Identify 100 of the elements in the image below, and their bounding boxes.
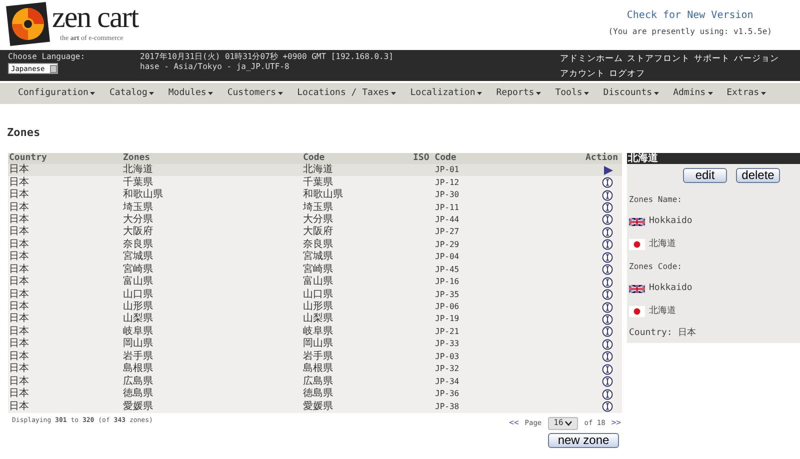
page-select[interactable]: 16 <box>548 416 578 430</box>
table-cell-text: 日本 <box>8 238 30 250</box>
table-cell-text: 日本 <box>8 276 30 288</box>
info-icon[interactable] <box>602 190 613 201</box>
header-link[interactable]: アドミンホーム <box>560 53 623 65</box>
header-link[interactable]: サポート <box>694 53 730 65</box>
table-row[interactable]: 日本 徳島県 徳島県 JP-36 <box>8 388 622 400</box>
japan-flag-icon <box>629 238 645 250</box>
menu-item[interactable]: Extras <box>726 86 766 100</box>
uk-flag-icon <box>629 284 645 294</box>
table-row[interactable]: 日本 和歌山県 和歌山県 JP-30 <box>8 188 622 202</box>
table-cell-text: 日本 <box>8 251 30 264</box>
table-cell-text: 宮崎県 <box>123 264 154 276</box>
menu-item[interactable]: Localization <box>410 86 482 100</box>
info-icon[interactable] <box>602 252 613 263</box>
next-page-link[interactable]: >> <box>611 417 621 430</box>
check-version-link[interactable]: Check for New Version <box>626 8 754 23</box>
table-row[interactable]: 日本 埼玉県 埼玉県 JP-11 <box>8 201 622 214</box>
table-cell-text: 愛媛県 <box>123 400 154 413</box>
table-row[interactable]: 日本 奈良県 奈良県 JP-29 <box>8 238 622 252</box>
table-row[interactable]: 日本 北海道 北海道 JP-01 <box>8 164 622 176</box>
table-row[interactable]: 日本 岩手県 岩手県 JP-03 <box>8 350 622 363</box>
table-cell-text: 岩手県 <box>123 350 154 362</box>
menu-item[interactable]: Reports <box>496 86 542 100</box>
info-icon[interactable] <box>602 314 613 325</box>
panel-button[interactable]: delete <box>736 168 780 183</box>
info-icon[interactable] <box>602 401 613 412</box>
table-row[interactable]: 日本 島根県 島根県 JP-32 <box>8 363 622 376</box>
table-row[interactable]: 日本 広島県 広島県 JP-34 <box>8 375 622 388</box>
table-cell-text: JP-06 <box>434 301 460 314</box>
info-icon[interactable] <box>602 264 613 276</box>
table-row[interactable]: 日本 宮城県 宮城県 JP-04 <box>8 251 622 264</box>
table-cell-text: JP-27 <box>434 226 460 238</box>
table-cell-text: 日本 <box>8 376 30 388</box>
info-icon[interactable] <box>602 289 613 300</box>
table-cell-text: 山梨県 <box>303 313 334 326</box>
info-icon[interactable] <box>602 338 613 350</box>
new-zone-button[interactable]: new zone <box>548 432 619 448</box>
zone-code-label: Zones Code: <box>628 261 683 273</box>
table-cell-text: 日本 <box>8 176 30 188</box>
header-link[interactable]: ストアフロント <box>627 53 690 65</box>
table-row[interactable]: 日本 富山県 富山県 JP-16 <box>8 276 622 288</box>
info-icon[interactable] <box>602 388 613 400</box>
info-icon[interactable] <box>602 214 613 226</box>
header-link[interactable]: バージョン <box>734 53 779 65</box>
table-cell-text: 日本 <box>8 363 30 376</box>
menu-item[interactable]: Catalog <box>109 86 154 100</box>
caret-down-icon <box>391 92 396 95</box>
menu-item[interactable]: Discounts <box>603 86 660 100</box>
table-cell-text: 岐阜県 <box>123 326 154 338</box>
table-cell-text: 千葉県 <box>303 176 334 188</box>
table-row[interactable]: 日本 山梨県 山梨県 JP-19 <box>8 313 622 326</box>
info-icon[interactable] <box>602 177 613 188</box>
menu-item[interactable]: Admins <box>673 86 713 100</box>
header-link[interactable]: ログオフ <box>609 68 645 80</box>
table-row[interactable]: 日本 岡山県 岡山県 JP-33 <box>8 338 622 351</box>
caret-down-icon <box>90 92 96 95</box>
table-cell-text: 岐阜県 <box>303 326 334 338</box>
info-icon[interactable] <box>602 239 613 250</box>
table-cell-text: 日本 <box>8 326 30 338</box>
table-row[interactable]: 日本 大分県 大分県 JP-44 <box>8 214 622 226</box>
panel-title: 北海道 <box>627 153 800 164</box>
caret-down-icon <box>477 92 482 95</box>
table-cell-text: 日本 <box>8 164 30 176</box>
table-cell-text: 大分県 <box>123 214 154 226</box>
table-row[interactable]: 日本 千葉県 千葉県 JP-12 <box>8 176 622 189</box>
info-icon[interactable] <box>602 326 613 338</box>
table-cell-text: 北海道 <box>123 164 154 176</box>
zone-code: Hokkaido <box>649 282 692 295</box>
info-icon[interactable] <box>602 364 613 375</box>
info-icon[interactable] <box>602 376 613 388</box>
table-row[interactable]: 日本 山形県 山形県 JP-06 <box>8 300 622 314</box>
info-icon[interactable] <box>602 226 613 238</box>
table-cell-text: 富山県 <box>303 276 334 288</box>
table-cell-text: 徳島県 <box>303 388 334 400</box>
table-cell-text: 日本 <box>8 214 30 226</box>
menu-item[interactable]: Customers <box>227 86 284 100</box>
menu-item[interactable]: Tools <box>555 86 590 100</box>
table-cell-text: 山梨県 <box>123 313 154 326</box>
table-cell-text: JP-44 <box>434 214 460 226</box>
table-cell-text: 山口県 <box>303 288 334 300</box>
table-row[interactable]: 日本 岐阜県 岐阜県 JP-21 <box>8 326 622 338</box>
header-link[interactable]: アカウント <box>560 68 605 80</box>
table-cell-text: 大阪府 <box>303 226 334 238</box>
menu-item[interactable]: Locations / Taxes <box>297 86 396 100</box>
info-icon[interactable] <box>602 202 613 214</box>
info-icon[interactable] <box>602 351 613 362</box>
panel-button[interactable]: edit <box>683 168 727 183</box>
table-cell-text: 広島県 <box>303 376 334 388</box>
table-row[interactable]: 日本 宮崎県 宮崎県 JP-45 <box>8 264 622 276</box>
info-icon[interactable] <box>602 302 613 313</box>
menu-item[interactable]: Modules <box>168 86 214 100</box>
table-row[interactable]: 日本 大阪府 大阪府 JP-27 <box>8 226 622 239</box>
menu-item[interactable]: Configuration <box>18 86 96 100</box>
table-row[interactable]: 日本 愛媛県 愛媛県 JP-38 <box>8 400 622 413</box>
table-cell-text: JP-45 <box>434 264 460 276</box>
table-cell-text: JP-36 <box>434 388 460 400</box>
info-icon[interactable] <box>602 276 613 288</box>
previous-page-link[interactable]: << <box>509 417 519 430</box>
table-row[interactable]: 日本 山口県 山口県 JP-35 <box>8 288 622 301</box>
